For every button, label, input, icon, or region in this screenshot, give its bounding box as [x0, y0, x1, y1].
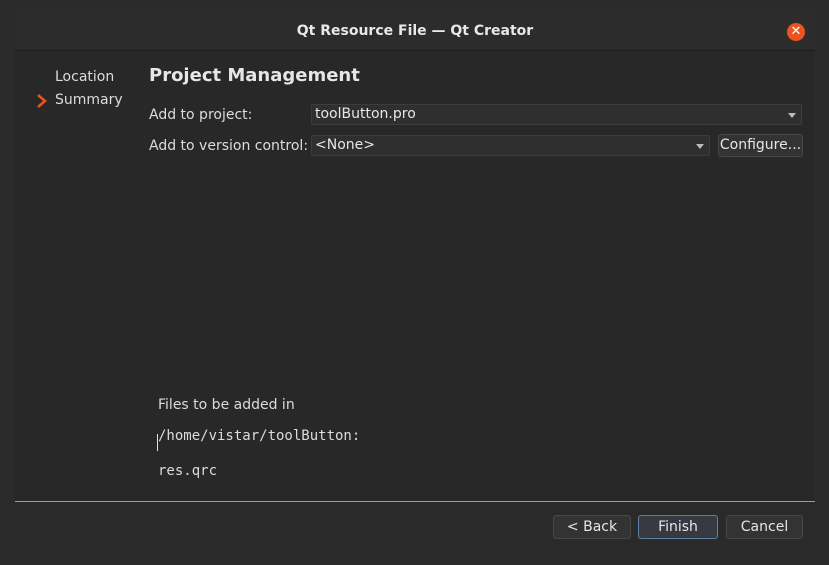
chevron-right-icon — [37, 94, 47, 108]
wizard-content: Location Summary Project Management Add … — [15, 51, 815, 501]
add-to-project-combo[interactable]: toolButton.pro — [311, 104, 802, 125]
sidebar-item-location: Location — [55, 69, 115, 85]
window-title: Qt Resource File — Qt Creator — [296, 23, 534, 39]
wizard-footer: < Back Finish Cancel — [15, 502, 815, 551]
page-title: Project Management — [149, 65, 360, 86]
version-control-combo[interactable]: <None> — [311, 135, 710, 156]
close-icon[interactable]: ✕ — [787, 23, 805, 41]
dropdown-arrow-icon — [696, 144, 704, 149]
wizard-window: Qt Resource File — Qt Creator ✕ Location… — [15, 14, 815, 551]
file-item: res.qrc — [158, 463, 218, 479]
back-button[interactable]: < Back — [553, 515, 631, 539]
add-to-project-label: Add to project: — [149, 107, 253, 123]
add-to-project-value: toolButton.pro — [315, 106, 416, 122]
dropdown-arrow-icon — [788, 113, 796, 118]
files-heading: Files to be added in — [158, 397, 295, 413]
sidebar-item-summary: Summary — [55, 92, 123, 108]
cancel-button[interactable]: Cancel — [726, 515, 803, 539]
files-path: /home/vistar/toolButton: — [158, 428, 361, 444]
title-bar[interactable]: Qt Resource File — Qt Creator ✕ — [15, 14, 815, 51]
version-control-value: <None> — [315, 137, 375, 153]
configure-button[interactable]: Configure... — [718, 134, 803, 157]
version-control-label: Add to version control: — [149, 138, 309, 154]
finish-button[interactable]: Finish — [638, 515, 718, 539]
